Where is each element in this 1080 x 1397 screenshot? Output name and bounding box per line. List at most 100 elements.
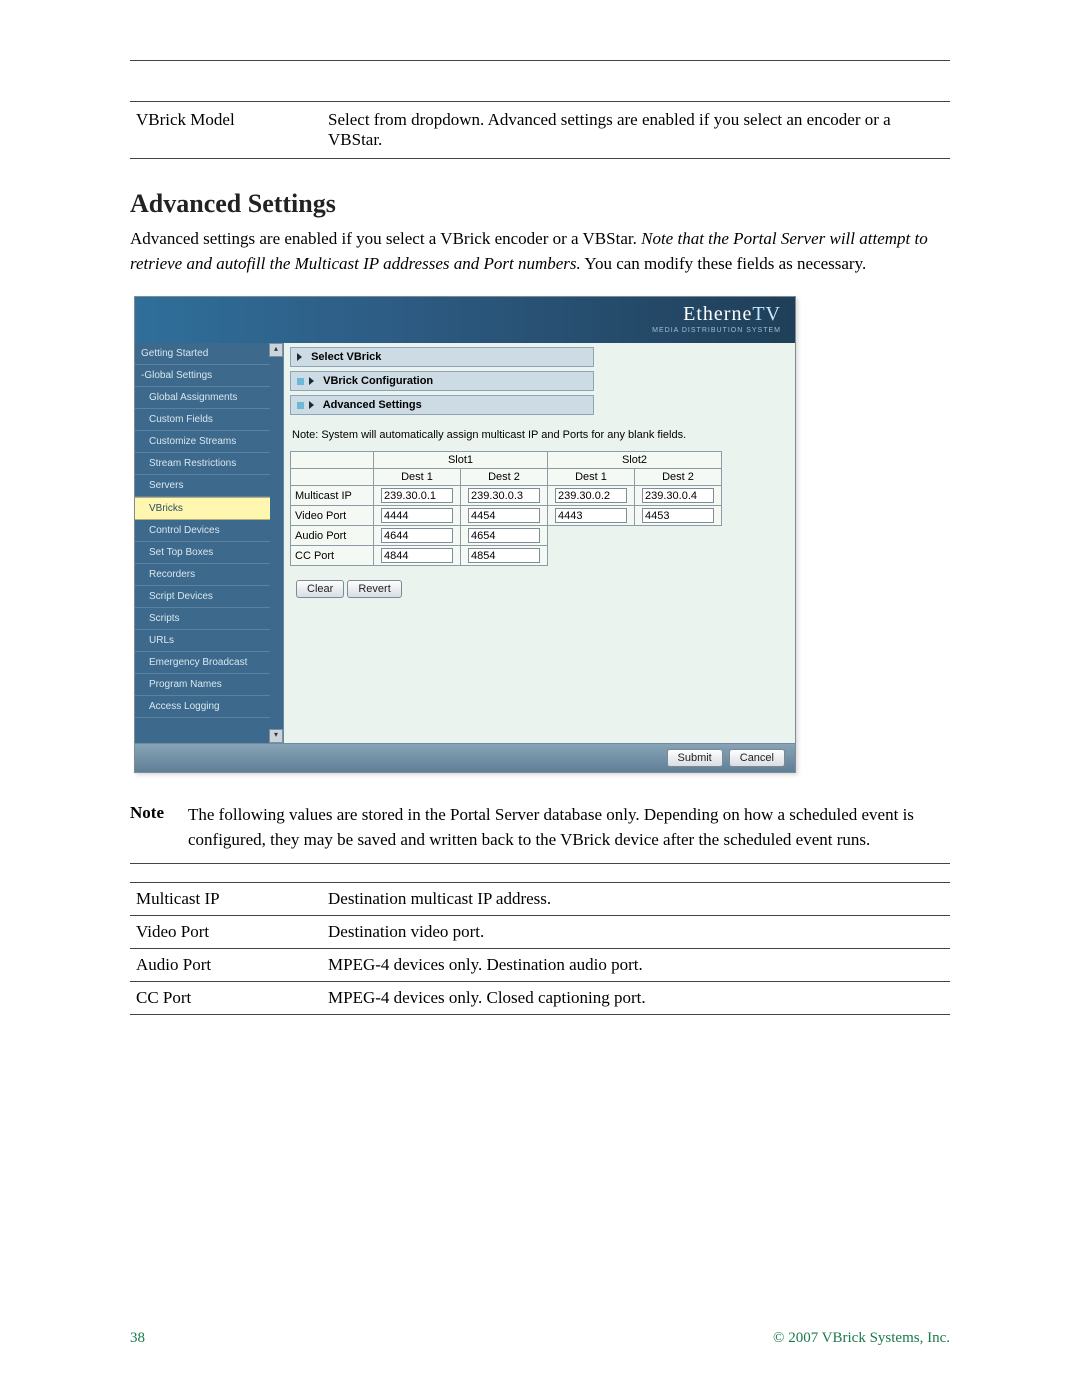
settings-table: Slot1 Slot2 Dest 1 Dest 2 Dest 1 Dest 2 … [290, 451, 722, 566]
sidebar-item[interactable]: URLs [135, 630, 270, 652]
submit-button[interactable]: Submit [667, 749, 723, 767]
page: VBrick Model Select from dropdown. Advan… [0, 0, 1080, 1397]
scroll-down-icon[interactable]: ▾ [269, 729, 283, 743]
value-input[interactable] [555, 508, 627, 523]
chevron-right-icon [309, 401, 314, 409]
field-desc: Destination multicast IP address. [322, 882, 950, 915]
sidebar-item[interactable]: Global Assignments [135, 387, 270, 409]
chevron-right-icon [309, 377, 314, 385]
value-input[interactable] [468, 548, 540, 563]
value-input[interactable] [468, 488, 540, 503]
inline-note: Note: System will automatically assign m… [292, 429, 787, 441]
expand-icon [297, 402, 304, 409]
value-input[interactable] [555, 488, 627, 503]
accordion-label: VBrick Configuration [323, 375, 433, 387]
para-lead: Advanced settings are enabled if you sel… [130, 229, 641, 248]
sidebar-item[interactable]: Program Names [135, 674, 270, 696]
value-input[interactable] [381, 548, 453, 563]
scroll-up-icon[interactable]: ▴ [269, 343, 283, 357]
table-row: VBrick Model Select from dropdown. Advan… [130, 102, 950, 159]
sidebar-item[interactable]: Set Top Boxes [135, 542, 270, 564]
copyright: © 2007 VBrick Systems, Inc. [773, 1330, 950, 1347]
sidebar-item[interactable]: Scripts [135, 608, 270, 630]
app-screenshot: EtherneTV MEDIA DISTRIBUTION SYSTEM ▴ Ge… [134, 296, 796, 773]
sidebar-item[interactable]: Custom Fields [135, 409, 270, 431]
table-row: Slot1 Slot2 [291, 452, 722, 469]
value-input[interactable] [642, 488, 714, 503]
col-dest2-a: Dest 2 [461, 469, 548, 486]
cell [461, 486, 548, 506]
table-row: CC PortMPEG-4 devices only. Closed capti… [130, 981, 950, 1014]
cancel-button[interactable]: Cancel [729, 749, 785, 767]
accordion-vbrick-configuration[interactable]: VBrick Configuration [290, 371, 594, 391]
cell [461, 546, 548, 566]
vbrick-model-table: VBrick Model Select from dropdown. Advan… [130, 101, 950, 159]
sidebar-item[interactable]: Stream Restrictions [135, 453, 270, 475]
note-label: Note [130, 803, 180, 852]
value-input[interactable] [381, 528, 453, 543]
col-dest1-b: Dest 1 [548, 469, 635, 486]
action-row: Clear Revert [296, 580, 795, 598]
cell [374, 526, 461, 546]
cell [548, 486, 635, 506]
table-row: Multicast IP [291, 486, 722, 506]
field-desc: MPEG-4 devices only. Closed captioning p… [322, 981, 950, 1014]
accordion-select-vbrick[interactable]: Select VBrick [290, 347, 594, 367]
sidebar-item[interactable]: Getting Started [135, 343, 270, 365]
value-input[interactable] [381, 508, 453, 523]
revert-button[interactable]: Revert [347, 580, 401, 598]
para-tail: You can modify these fields as necessary… [581, 254, 866, 273]
clear-button[interactable]: Clear [296, 580, 344, 598]
section-heading: Advanced Settings [130, 189, 950, 219]
intro-paragraph: Advanced settings are enabled if you sel… [130, 227, 950, 276]
expand-icon [297, 378, 304, 385]
table-row: CC Port [291, 546, 722, 566]
value-input[interactable] [468, 528, 540, 543]
sidebar-item[interactable]: Control Devices [135, 520, 270, 542]
page-footer: 38 © 2007 VBrick Systems, Inc. [130, 1330, 950, 1347]
value-input[interactable] [381, 488, 453, 503]
cell [548, 506, 635, 526]
value-input[interactable] [468, 508, 540, 523]
col-slot1: Slot1 [374, 452, 548, 469]
sidebar-item[interactable]: Access Logging [135, 696, 270, 718]
sidebar-list: Getting Started-Global SettingsGlobal As… [135, 343, 283, 718]
table-row: Audio Port [291, 526, 722, 546]
note-block: Note The following values are stored in … [130, 803, 950, 863]
value-input[interactable] [642, 508, 714, 523]
app-header: EtherneTV MEDIA DISTRIBUTION SYSTEM [135, 297, 795, 343]
field-name: Audio Port [130, 948, 322, 981]
accordion-label: Advanced Settings [323, 399, 422, 411]
field-description-table: Multicast IPDestination multicast IP add… [130, 882, 950, 1015]
accordion-label: Select VBrick [311, 351, 381, 363]
brand-text-2: TV [752, 303, 781, 325]
sidebar-item[interactable]: Script Devices [135, 586, 270, 608]
table-row: Dest 1 Dest 2 Dest 1 Dest 2 [291, 469, 722, 486]
note-text: The following values are stored in the P… [188, 803, 950, 852]
cell [635, 506, 722, 526]
brand-logo: EtherneTV [683, 303, 781, 326]
brand-subtitle: MEDIA DISTRIBUTION SYSTEM [652, 327, 781, 334]
sidebar-item[interactable]: Customize Streams [135, 431, 270, 453]
col-dest1-a: Dest 1 [374, 469, 461, 486]
sidebar-item[interactable]: Recorders [135, 564, 270, 586]
sidebar-item[interactable]: Emergency Broadcast [135, 652, 270, 674]
brand-text-1: Etherne [683, 303, 752, 325]
sidebar-item[interactable]: Servers [135, 475, 270, 497]
sidebar-item[interactable]: -Global Settings [135, 365, 270, 387]
field-name: Video Port [130, 915, 322, 948]
cell [374, 546, 461, 566]
field-desc: Destination video port. [322, 915, 950, 948]
sidebar-item[interactable]: VBricks [135, 497, 270, 520]
cell [635, 486, 722, 506]
row-header: CC Port [291, 546, 374, 566]
table-row: Audio PortMPEG-4 devices only. Destinati… [130, 948, 950, 981]
cell [461, 506, 548, 526]
chevron-right-icon [297, 353, 302, 361]
accordion-advanced-settings[interactable]: Advanced Settings [290, 395, 594, 415]
blank-header [291, 452, 374, 469]
main-panel: Select VBrick VBrick Configuration Advan… [284, 343, 795, 743]
table-row: Video Port [291, 506, 722, 526]
field-desc: MPEG-4 devices only. Destination audio p… [322, 948, 950, 981]
page-number: 38 [130, 1330, 145, 1347]
